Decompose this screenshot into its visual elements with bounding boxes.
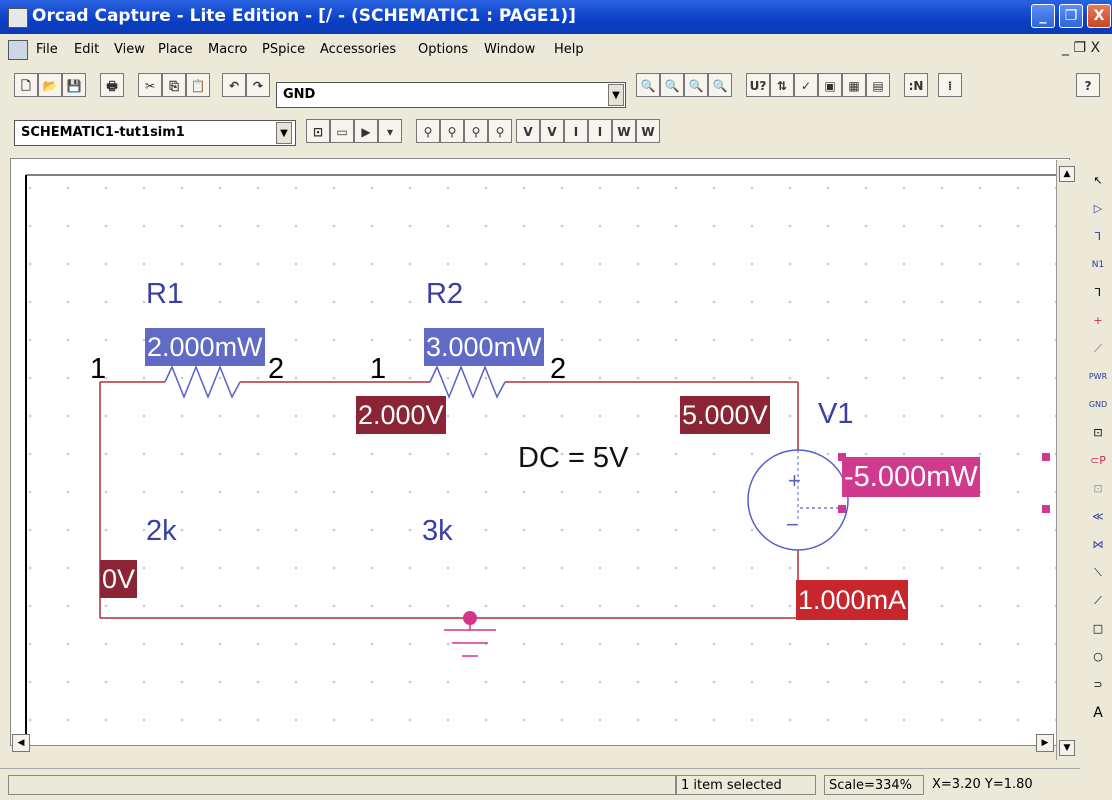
schematic-drawing (25, 174, 1056, 746)
scroll-right-arrow[interactable]: ▶ (1036, 734, 1054, 752)
place-power-tool[interactable]: PWR (1086, 365, 1110, 389)
status-selection: 1 item selected (676, 775, 816, 795)
off-page-connector-tool[interactable]: ≪ (1086, 505, 1110, 529)
branch-current-bias[interactable]: 1.000mA (796, 580, 909, 620)
r1-pin1-label: 1 (90, 353, 107, 385)
scroll-up-arrow[interactable]: ▲ (1059, 166, 1075, 182)
resistor-r2-symbol (429, 364, 506, 400)
r1-value[interactable]: 2k (146, 515, 177, 548)
r1-power-bias[interactable]: 2.000mW (145, 328, 265, 366)
v1-reference[interactable]: V1 (818, 398, 853, 431)
place-bus-tool[interactable]: ⅂ (1086, 281, 1110, 305)
r2-pin2-label: 2 (550, 353, 567, 385)
bus-entry-tool[interactable]: ⟋ (1086, 337, 1110, 361)
v1-power-bias[interactable]: -5.000mW (842, 457, 980, 497)
node-voltage-left[interactable]: 0V (100, 560, 138, 598)
place-ellipse-tool[interactable]: ○ (1086, 645, 1110, 669)
no-connect-tool[interactable]: ⋈ (1086, 533, 1110, 557)
place-rectangle-tool[interactable]: □ (1086, 617, 1110, 641)
tool-palette: ↖ ▷ ⅂ N1 ⅂ + ⟋ PWR GND ⊡ ⊂P ⊡ ≪ ⋈ ⟍ ⟋ □ … (1083, 165, 1112, 800)
place-junction-tool[interactable]: + (1086, 309, 1110, 333)
place-wire-tool[interactable]: ⅂ (1086, 225, 1110, 249)
status-scale: Scale=334% (824, 775, 924, 795)
v1-dc-value[interactable]: DC = 5V (518, 442, 628, 475)
hierarchical-pin-tool[interactable]: ⊡ (1086, 477, 1110, 501)
place-polyline-tool[interactable]: ⟋ (1086, 589, 1110, 613)
vertical-scrollbar[interactable]: ▲ ▼ (1056, 160, 1077, 760)
place-text-tool[interactable]: A (1086, 701, 1110, 725)
hierarchical-block-tool[interactable]: ⊡ (1086, 421, 1110, 445)
net-alias-tool[interactable]: N1 (1086, 253, 1110, 277)
node-voltage-right[interactable]: 5.000V (680, 396, 770, 434)
v1-minus-sign: − (786, 512, 799, 537)
select-tool[interactable]: ↖ (1086, 169, 1110, 193)
r2-pin1-label: 1 (370, 353, 387, 385)
r1-reference[interactable]: R1 (146, 278, 183, 311)
r2-reference[interactable]: R2 (426, 278, 463, 311)
r2-power-bias[interactable]: 3.000mW (424, 328, 544, 366)
scroll-down-arrow[interactable]: ▼ (1059, 740, 1075, 756)
scroll-left-arrow[interactable]: ◀ (12, 734, 30, 752)
status-bar: 1 item selected Scale=334% X=3.20 Y=1.80 (0, 768, 1080, 800)
status-coordinates: X=3.20 Y=1.80 (928, 775, 1076, 795)
hierarchical-port-tool[interactable]: ⊂P (1086, 449, 1110, 473)
resistor-r1-symbol (164, 364, 241, 400)
v1-plus-sign: + (788, 468, 801, 493)
place-part-tool[interactable]: ▷ (1086, 197, 1110, 221)
place-arc-tool[interactable]: ⊃ (1086, 673, 1110, 697)
r1-pin2-label: 2 (268, 353, 285, 385)
r2-value[interactable]: 3k (422, 515, 453, 548)
place-line-tool[interactable]: ⟍ (1086, 561, 1110, 585)
status-message (8, 775, 676, 795)
place-ground-tool[interactable]: GND (1086, 393, 1110, 417)
node-voltage-mid[interactable]: 2.000V (356, 396, 446, 434)
